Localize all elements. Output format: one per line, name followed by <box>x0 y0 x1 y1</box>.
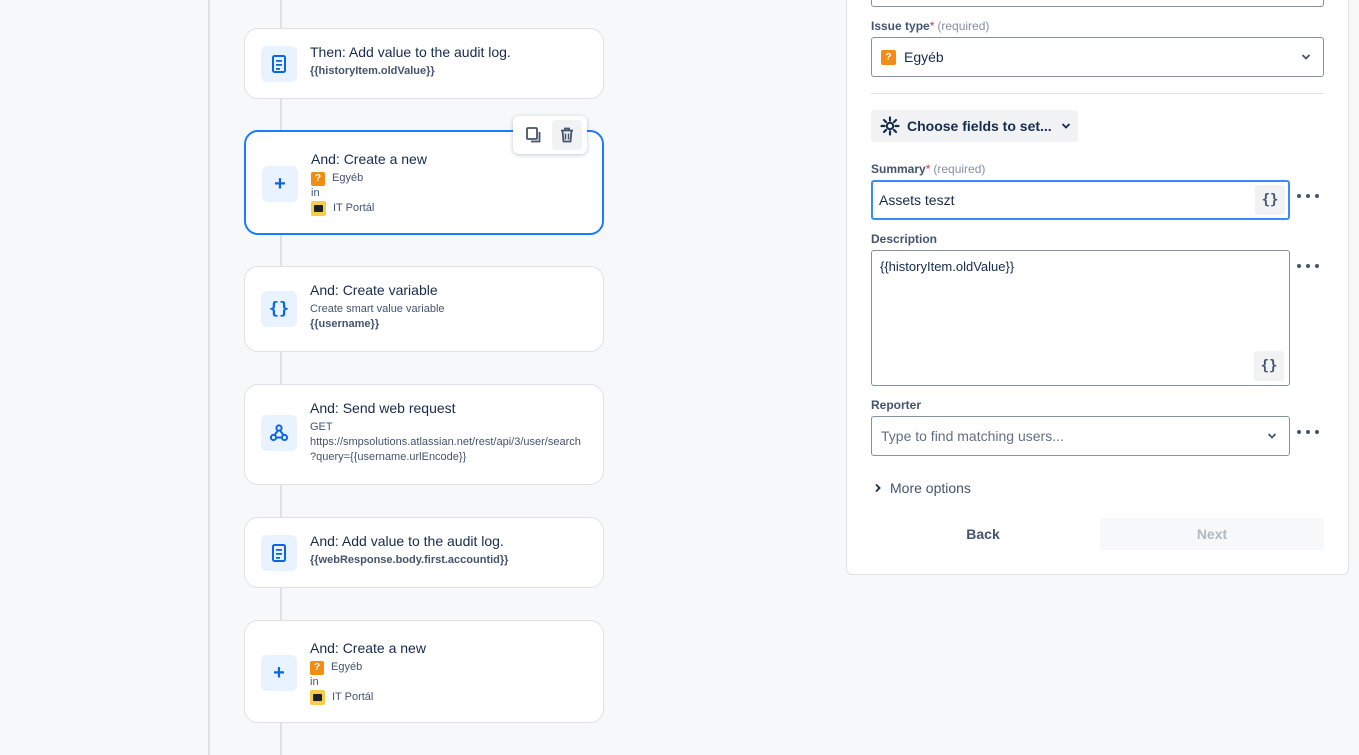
more-options-toggle[interactable]: More options <box>874 480 971 496</box>
issue-type-label: Egyéb <box>331 661 363 673</box>
component-toolbar <box>513 116 587 154</box>
copy-icon <box>525 127 540 143</box>
webhook-icon <box>261 415 297 451</box>
rule-title: And: Create a new <box>310 640 426 656</box>
issue-type-label: Issue type* (required) <box>871 19 990 33</box>
audit-log-icon <box>261 46 297 82</box>
delete-button[interactable] <box>551 120 582 150</box>
chevron-right-icon <box>875 483 881 493</box>
add-icon: + <box>262 166 298 202</box>
description-value: {{historyItem.oldValue}} <box>880 259 1015 274</box>
trash-icon <box>560 127 573 143</box>
description-textarea[interactable]: {{historyItem.oldValue}} <box>871 250 1290 386</box>
summary-input[interactable]: Assets teszt <box>871 180 1290 220</box>
braces-icon: {} <box>261 291 297 327</box>
left-gutter <box>0 0 210 755</box>
rule-detail: https://smpsolutions.atlassian.net/rest/… <box>310 436 581 448</box>
chevron-down-icon <box>1267 433 1277 439</box>
description-label: Description <box>871 232 938 246</box>
rule-title: Then: Add value to the audit log. <box>310 44 511 60</box>
rule-component-create-variable[interactable]: {} And: Create variable Create smart val… <box>244 266 604 352</box>
rule-detail: {{username}} <box>310 318 380 330</box>
in-label: in <box>311 187 320 199</box>
reporter-label: Reporter <box>871 398 922 412</box>
rule-title: And: Create variable <box>310 282 438 298</box>
more-actions-icon[interactable] <box>1297 261 1319 271</box>
project-label: IT Portál <box>333 202 375 214</box>
issue-type-icon: ? <box>311 171 325 186</box>
rule-component-web-request[interactable]: And: Send web request GET https://smpsol… <box>244 384 604 485</box>
in-label: in <box>310 676 319 688</box>
add-icon: + <box>261 655 297 691</box>
issue-type-label: Egyéb <box>332 172 364 184</box>
project-label: IT Portál <box>332 691 374 703</box>
rule-component-create-issue[interactable]: + And: Create a new ? Egyéb in IT Portál <box>244 620 604 723</box>
divider <box>871 93 1324 94</box>
next-button[interactable]: Next <box>1100 518 1324 550</box>
rule-detail: {{webResponse.body.first.accountid}} <box>310 554 509 566</box>
reporter-placeholder: Type to find matching users... <box>881 428 1064 444</box>
rule-detail: ?query={{username.urlEncode}} <box>310 451 467 463</box>
chevron-down-icon <box>1061 123 1070 129</box>
audit-log-icon <box>261 535 297 571</box>
reporter-select[interactable]: Type to find matching users... <box>871 416 1290 456</box>
chevron-down-icon <box>1301 54 1311 60</box>
rule-component-audit-log[interactable]: Then: Add value to the audit log. {{hist… <box>244 28 604 99</box>
smart-value-button[interactable]: {} <box>1255 185 1285 215</box>
rule-detail: Create smart value variable <box>310 303 445 315</box>
issue-type-value: Egyéb <box>904 49 944 65</box>
rule-detail: GET <box>310 421 333 433</box>
project-icon <box>310 690 325 705</box>
rule-canvas: Then: Add value to the audit log. {{hist… <box>211 0 847 755</box>
rule-component-audit-log[interactable]: And: Add value to the audit log. {{webRe… <box>244 517 604 588</box>
summary-label: Summary* (required) <box>871 162 986 176</box>
choose-fields-button[interactable]: Choose fields to set... <box>871 110 1078 142</box>
rule-detail: {{historyItem.oldValue}} <box>310 65 435 77</box>
project-select-bottom-edge[interactable] <box>871 0 1324 7</box>
gear-icon <box>880 116 900 136</box>
rule-title: And: Add value to the audit log. <box>310 533 504 549</box>
more-actions-icon[interactable] <box>1297 191 1319 201</box>
smart-value-button[interactable]: {} <box>1254 351 1284 381</box>
back-button[interactable]: Back <box>871 518 1095 550</box>
issue-type-select[interactable]: ? Egyéb <box>871 37 1324 77</box>
project-icon <box>311 201 326 216</box>
issue-type-icon: ? <box>310 660 324 675</box>
summary-value: Assets teszt <box>879 192 955 208</box>
duplicate-button[interactable] <box>519 120 549 150</box>
more-actions-icon[interactable] <box>1297 427 1319 437</box>
issue-type-icon: ? <box>881 49 896 65</box>
rule-title: And: Send web request <box>310 400 456 416</box>
